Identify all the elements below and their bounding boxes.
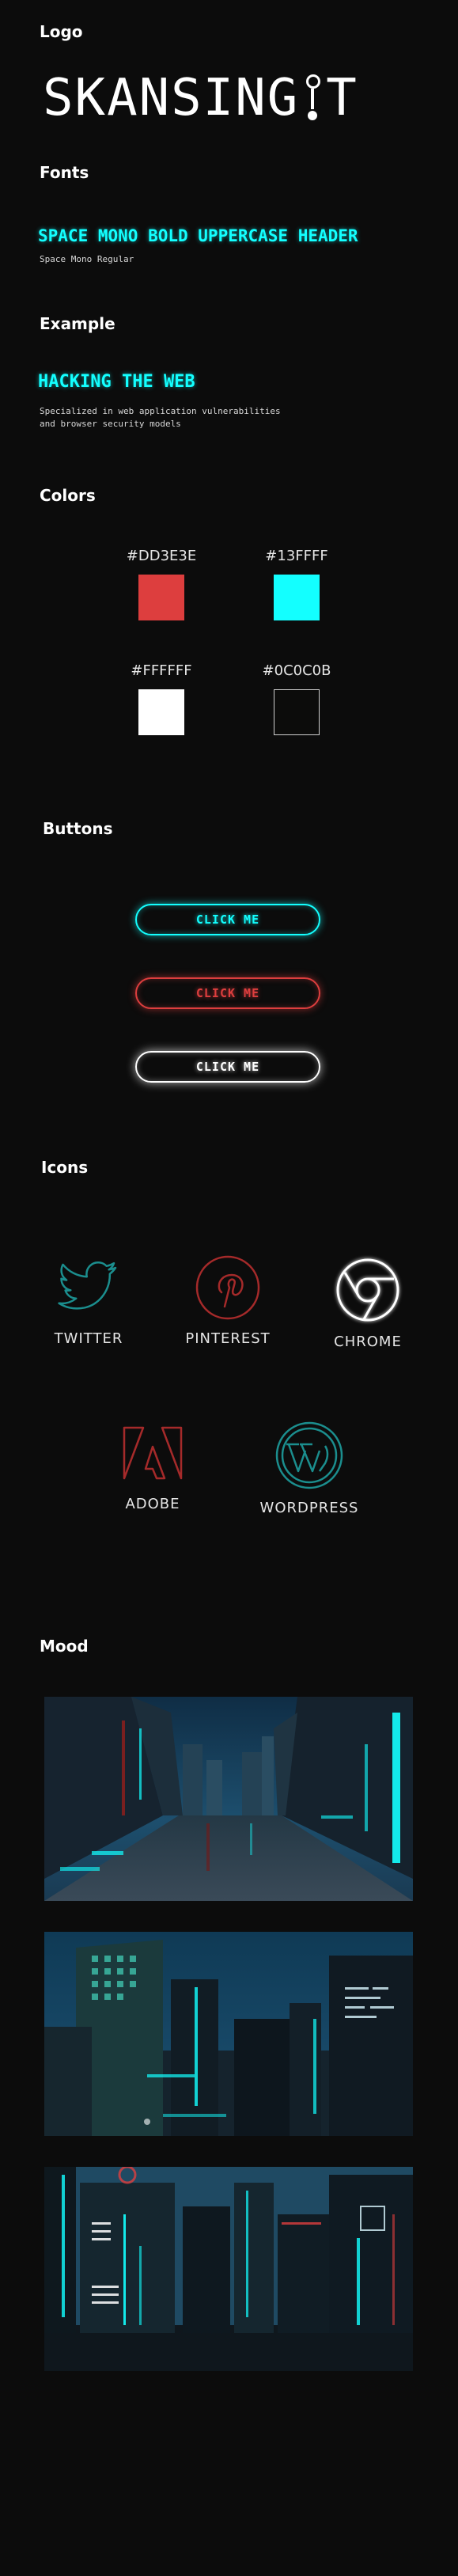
icon-card-wordpress: WORDPRESS [250,1421,369,1516]
color-swatch-cyan [274,575,320,620]
logo-text-main: SKANSING [43,69,300,127]
example-body-line-1: Specialized in web application vulnerabi… [40,406,281,416]
color-label-white: #FFFFFF [131,662,192,679]
section-title-colors: Colors [40,486,96,505]
color-swatch-white [138,689,184,735]
color-swatch-red [138,575,184,620]
icon-label-adobe: ADOBE [125,1496,180,1512]
chrome-icon [336,1258,399,1322]
neon-skyline-image [44,2167,413,2371]
color-swatch-black [274,689,320,735]
click-me-button-cyan[interactable]: CLICK ME [135,904,320,935]
icon-card-twitter: TWITTER [29,1257,148,1347]
color-label-cyan: #13FFFF [265,548,328,564]
font-header-sample: SPACE MONO BOLD UPPERCASE HEADER [38,226,358,245]
example-headline: HACKING THE WEB [38,372,195,392]
icon-label-chrome: CHROME [334,1334,402,1350]
section-title-icons: Icons [41,1158,89,1177]
font-regular-sample: Space Mono Regular [40,254,134,264]
color-label-black: #0C0C0B [262,662,331,679]
icon-label-wordpress: WORDPRESS [259,1500,359,1516]
icon-label-twitter: TWITTER [54,1330,123,1347]
section-title-mood: Mood [40,1637,89,1656]
icon-label-pinterest: PINTEREST [185,1330,271,1347]
logo-text-end: T [326,69,358,127]
twitter-icon [58,1261,117,1310]
section-title-example: Example [40,314,115,333]
pinterest-icon [195,1255,260,1320]
section-title-fonts: Fonts [40,163,89,182]
section-title-logo: Logo [40,22,83,41]
city-street-image [44,1697,413,1901]
city-towers-image [44,1932,413,2136]
icon-card-chrome: CHROME [308,1254,427,1350]
adobe-icon [123,1426,183,1480]
brand-logo: SKANSING T [43,66,358,130]
example-body-line-2: and browser security models [40,419,181,429]
brand-guide-page: Logo SKANSING T Fonts SPACE MONO BOLD UP… [0,0,458,2576]
icon-card-pinterest: PINTEREST [168,1254,287,1347]
i-with-ring-icon [301,74,324,122]
section-title-buttons: Buttons [43,819,113,838]
icon-card-adobe: ADOBE [93,1425,212,1512]
wordpress-icon [275,1421,343,1489]
click-me-button-red[interactable]: CLICK ME [135,977,320,1009]
color-label-red: #DD3E3E [126,548,197,564]
click-me-button-white[interactable]: CLICK ME [135,1051,320,1083]
